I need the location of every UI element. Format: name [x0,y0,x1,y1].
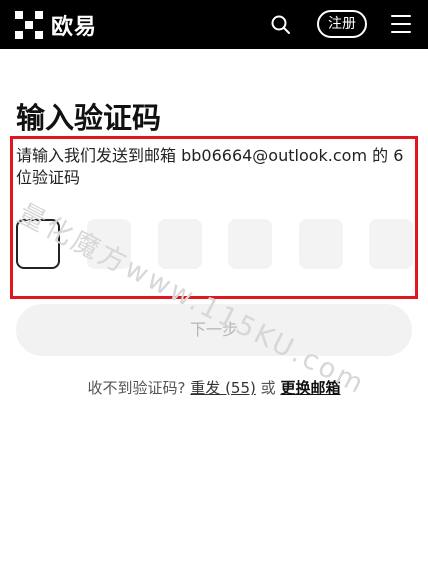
no-code-text: 收不到验证码? [87,379,186,397]
next-step-button[interactable]: 下一步 [16,304,412,356]
code-digit-1[interactable] [16,219,60,269]
menu-icon[interactable] [391,15,411,33]
search-icon[interactable] [270,14,292,36]
code-digit-4[interactable] [228,219,272,269]
resend-row: 收不到验证码? 重发 (55) 或 更换邮箱 [0,377,428,398]
instruction-text: 请输入我们发送到邮箱 bb06664@outlook.com 的 6 位验证码 [16,146,404,187]
code-digit-3[interactable] [158,219,202,269]
code-digit-6[interactable] [369,219,413,269]
top-navigation-bar: 欧易 注册 [0,0,428,49]
page-title: 输入验证码 [16,101,162,135]
verification-code-inputs [16,219,416,269]
okx-logo-icon [15,11,43,39]
code-digit-5[interactable] [299,219,343,269]
register-button[interactable]: 注册 [317,10,367,38]
or-text: 或 [260,379,276,397]
resend-link[interactable]: 重发 (55) [190,379,256,397]
brand-name: 欧易 [51,15,98,40]
change-email-link[interactable]: 更换邮箱 [280,379,340,397]
brand-logo[interactable]: 欧易 [15,10,97,40]
code-digit-2[interactable] [87,219,131,269]
